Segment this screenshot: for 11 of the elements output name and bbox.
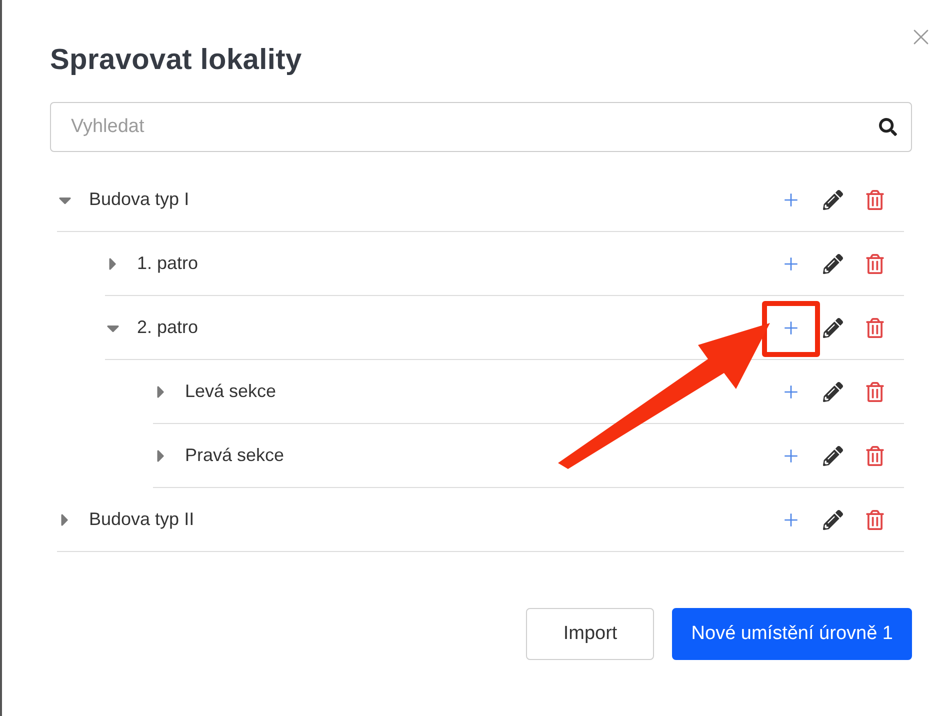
tree-item-label[interactable]: Pravá sekce	[185, 445, 776, 466]
tree-item-label[interactable]: Budova typ I	[89, 189, 776, 210]
search-icon[interactable]	[879, 118, 897, 136]
tree-item-label[interactable]: 1. patro	[137, 253, 776, 274]
dialog-title: Spravovat lokality	[50, 44, 303, 77]
secondary-button[interactable]: Import	[526, 608, 654, 660]
tree-item-label[interactable]: Levá sekce	[185, 381, 776, 402]
search-field[interactable]: Vyhledat	[50, 102, 912, 152]
tree-item-label[interactable]: Budova typ II	[89, 509, 776, 530]
tree-item-label[interactable]: 2. patro	[137, 317, 776, 338]
primary-button[interactable]: Nové umístění úrovně 1	[672, 608, 912, 660]
